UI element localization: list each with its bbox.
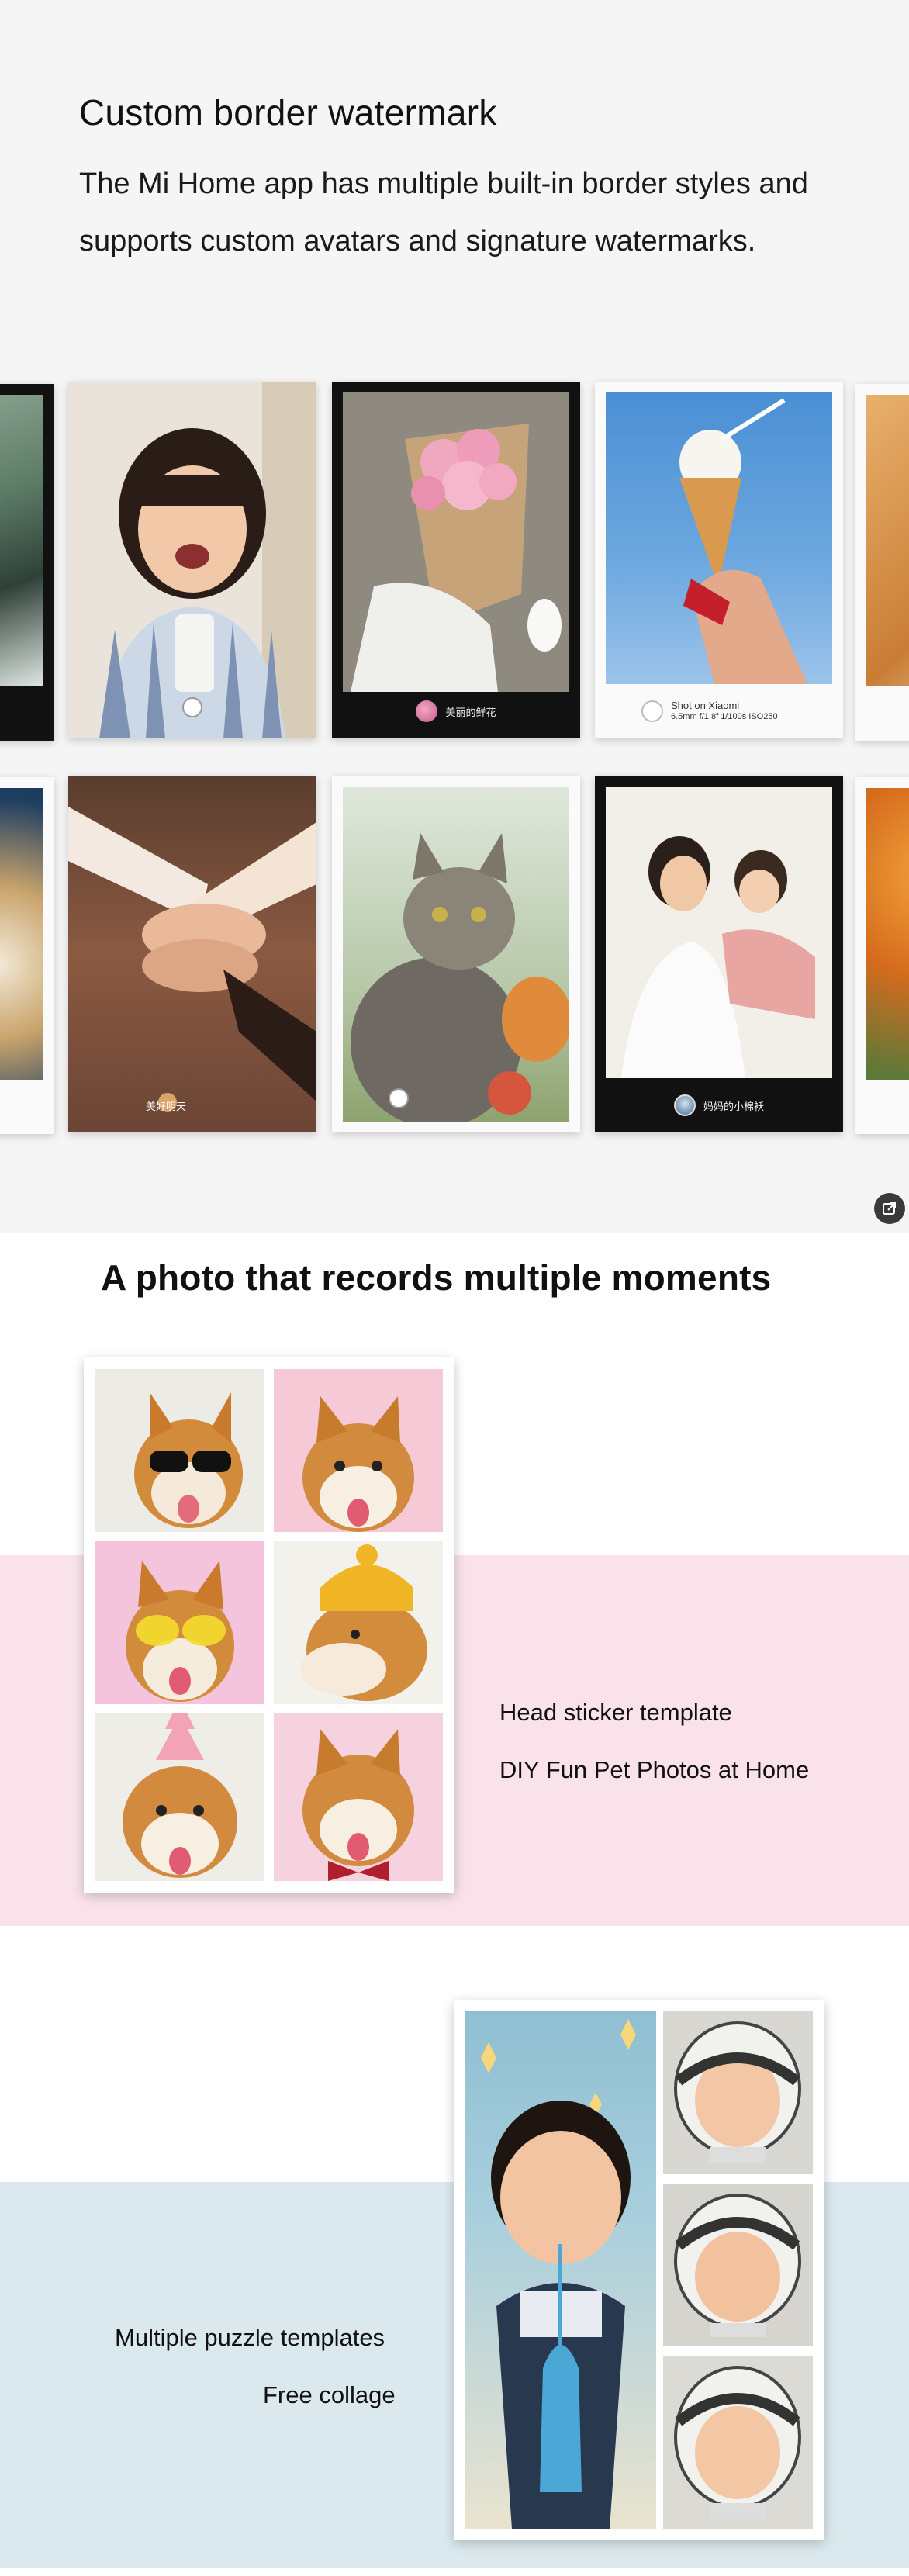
flower-avatar-icon: [416, 700, 438, 722]
photo-card-partial-left-2: [0, 777, 54, 1134]
card-caption: Shot on Xiaomi: [671, 700, 740, 711]
card-footer: Shot on Xiaomi 6.5mm f/1.8f 1/100s ISO25…: [595, 684, 843, 738]
girl-drinking-photo: [68, 382, 316, 738]
kid-helmet-tile-3: [663, 2356, 813, 2529]
photo-card-cat: [332, 776, 580, 1132]
flower-partial-photo: [0, 788, 43, 1080]
diy-pet-label: DIY Fun Pet Photos at Home: [499, 1756, 810, 1783]
head-sticker-label: Head sticker template: [499, 1699, 732, 1726]
dog-sunglasses-tile: [95, 1369, 264, 1532]
ice-cream-photo: [606, 392, 832, 684]
dog-pink-tile: [274, 1369, 443, 1532]
face-avatar-icon: [673, 1094, 696, 1116]
flower-bouquet-photo: [343, 392, 569, 692]
card-caption: 妈妈的小棉袄: [703, 1100, 764, 1112]
mi-logo-icon: [641, 700, 663, 722]
card-caption: 美丽的鲜花: [445, 706, 496, 718]
dog-party-hat-tile: [95, 1713, 264, 1881]
free-collage-label: Free collage: [263, 2381, 396, 2408]
window-photo: [0, 395, 43, 686]
section-title: Custom border watermark: [79, 92, 497, 133]
photo-card-partial-right-2: [855, 777, 909, 1134]
photo-card-icecream: Shot on Xiaomi 6.5mm f/1.8f 1/100s ISO25…: [595, 382, 843, 738]
photo-card-girl: [68, 382, 316, 738]
photo-card-flowers: 美丽的鲜花: [332, 382, 580, 738]
tabby-cat-photo: [343, 787, 572, 1128]
puzzle-collage-frame: [454, 2000, 824, 2540]
moments-title: A photo that records multiple moments: [101, 1257, 772, 1298]
card-subcaption: 6.5mm f/1.8f 1/100s ISO250: [671, 712, 778, 721]
share-button[interactable]: [874, 1193, 905, 1224]
photo-card-partial-left: [0, 384, 54, 741]
card-caption: 美好明天: [146, 1100, 187, 1112]
dog-bowtie-tile: [274, 1713, 443, 1881]
kid-helmet-tile-1: [663, 2011, 813, 2174]
kid-helmet-tile-2: [663, 2184, 813, 2346]
camera-meta: Shot on Xiaomi 6.5mm f/1.8f 1/100s ISO25…: [671, 700, 778, 723]
puzzle-templates-label: Multiple puzzle templates: [115, 2324, 385, 2351]
border-watermark-section: Custom border watermark The Mi Home app …: [0, 0, 909, 1233]
card-footer: 妈妈的小棉袄: [595, 1078, 843, 1132]
dog-yellow-glasses-tile: [95, 1541, 264, 1704]
photo-card-partial-right: [855, 384, 909, 741]
card-footer: 美丽的鲜花: [332, 684, 580, 738]
card-footer: 美好明天: [68, 1078, 316, 1132]
section-description: The Mi Home app has multiple built-in bo…: [79, 168, 808, 258]
cat-partial-photo: [866, 395, 909, 686]
share-icon: [883, 1202, 896, 1215]
photo-card-hands: 美好明天: [68, 776, 316, 1132]
dog-beanie-tile: [274, 1541, 443, 1704]
marigold-partial-photo: [866, 788, 909, 1080]
pet-collage-frame: [84, 1357, 454, 1893]
photo-card-mother: 妈妈的小棉袄: [595, 776, 843, 1132]
kid-rocket-tile: [465, 2011, 656, 2529]
mother-child-photo: [606, 787, 832, 1078]
